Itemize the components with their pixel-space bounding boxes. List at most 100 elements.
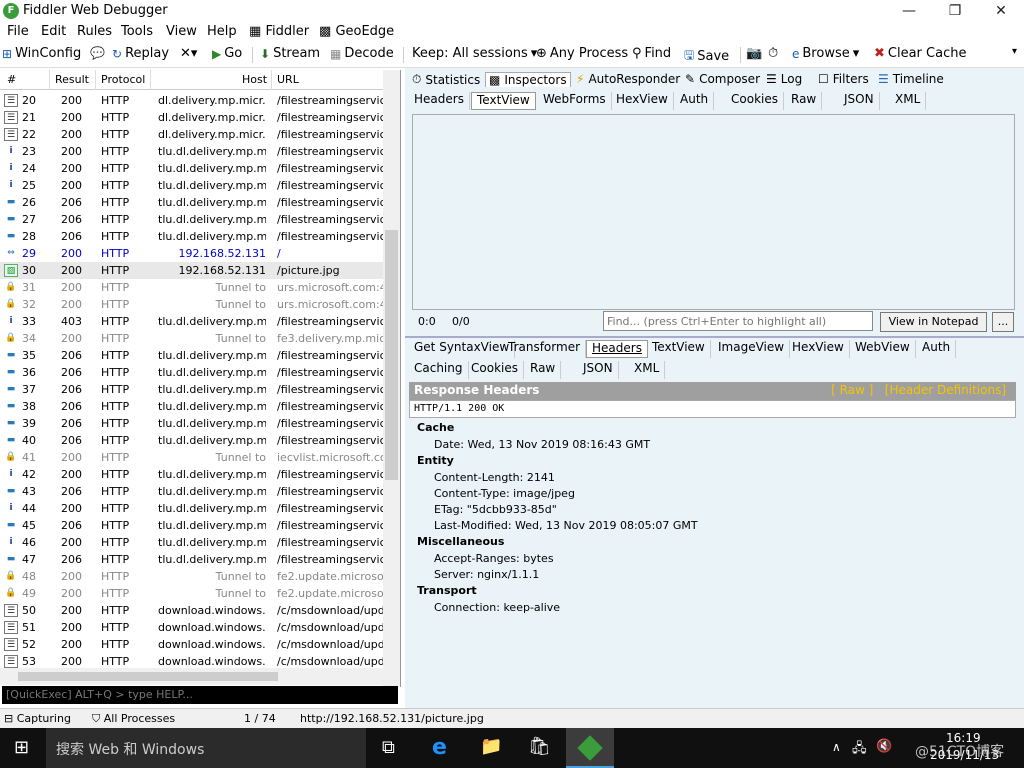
timer-button[interactable]: ⏱ <box>768 46 778 61</box>
req-tab-xml[interactable]: XML <box>890 92 927 110</box>
find-input[interactable] <box>603 311 873 331</box>
browse-button[interactable]: e Browse ▾ <box>792 46 859 61</box>
menu-file[interactable]: File <box>7 24 29 39</box>
tab-statistics[interactable]: ⏱ Statistics <box>409 72 483 87</box>
header-item[interactable]: Last-Modified: Wed, 13 Nov 2019 08:05:07… <box>434 519 698 532</box>
col-host[interactable]: Host <box>242 73 267 86</box>
tab-inspectors[interactable]: ▩ Inspectors <box>485 72 571 87</box>
req-tab-textview[interactable]: TextView <box>471 92 536 110</box>
store-icon[interactable]: 🛍 <box>528 736 551 757</box>
save-button[interactable]: 🖫 Save <box>684 46 729 67</box>
menu-geoedge[interactable]: ▩ GeoEdge <box>319 24 394 39</box>
header-item[interactable]: Content-Type: image/jpeg <box>434 487 575 500</box>
resp-tab-textview[interactable]: TextView <box>647 340 711 358</box>
session-row[interactable]: ▬ 27 206 HTTP tlu.dl.delivery.mp.m... /filest… <box>0 211 383 228</box>
fiddler-taskbar-button[interactable] <box>566 728 614 768</box>
toolbar-overflow-button[interactable]: ▾ <box>1012 46 1017 57</box>
session-row[interactable]: 🔒 32 200 HTTP Tunnel to urs.microsoft.com:443 <box>0 296 383 313</box>
file-explorer-icon[interactable]: 📁 <box>480 736 502 757</box>
menu-help[interactable]: Help <box>207 24 237 39</box>
session-row[interactable]: 🔒 31 200 HTTP Tunnel to urs.microsoft.com:443 <box>0 279 383 296</box>
header-item[interactable]: Content-Length: 2141 <box>434 471 555 484</box>
session-row[interactable]: ☰ 21 200 HTTP dl.delivery.mp.micr... /filestr… <box>0 109 383 126</box>
remove-button[interactable]: ✕▾ <box>180 46 197 61</box>
session-row[interactable]: ⇔ 29 200 HTTP 192.168.52.131 / <box>0 245 383 262</box>
more-options-button[interactable]: ... <box>992 312 1014 332</box>
resp-tab-xml[interactable]: XML <box>629 361 666 379</box>
winconfig-button[interactable]: ⊞ WinConfig <box>2 46 81 61</box>
comment-button[interactable]: 💬 <box>90 46 105 60</box>
session-row[interactable]: ▬ 38 206 HTTP tlu.dl.delivery.mp.m... /filest… <box>0 398 383 415</box>
taskbar-search[interactable]: 搜索 Web 和 Windows <box>46 728 366 768</box>
minimize-button[interactable]: — <box>886 0 932 22</box>
req-tab-hexview[interactable]: HexView <box>611 92 674 110</box>
quickexec-input[interactable]: [QuickExec] ALT+Q > type HELP... <box>2 686 398 704</box>
edge-icon[interactable]: e <box>432 735 447 760</box>
resp-tab-auth[interactable]: Auth <box>917 340 957 358</box>
header-item[interactable]: Date: Wed, 13 Nov 2019 08:16:43 GMT <box>434 438 650 451</box>
session-row[interactable]: ▬ 47 206 HTTP tlu.dl.delivery.mp.m... /filest… <box>0 551 383 568</box>
header-item[interactable]: Server: nginx/1.1.1 <box>434 568 539 581</box>
menu-tools[interactable]: Tools <box>121 24 153 39</box>
decode-button[interactable]: ▦ Decode <box>330 46 394 61</box>
tab-filters[interactable]: ☐ Filters <box>815 72 872 86</box>
session-row[interactable]: i 33 403 HTTP tlu.dl.delivery.mp.m... /filest… <box>0 313 383 330</box>
resp-tab-headers[interactable]: Headers <box>586 340 648 358</box>
view-in-notepad-button[interactable]: View in Notepad <box>880 312 987 332</box>
col-protocol[interactable]: Protocol <box>101 73 145 86</box>
col-result[interactable]: Result <box>55 73 89 86</box>
session-row[interactable]: ▬ 37 206 HTTP tlu.dl.delivery.mp.m... /filest… <box>0 381 383 398</box>
header-group-title[interactable]: Entity <box>417 454 454 467</box>
task-view-icon[interactable]: ⧉ <box>382 737 395 758</box>
req-tab-raw[interactable]: Raw <box>786 92 823 110</box>
keep-sessions-dropdown[interactable]: Keep: All sessions ▾ <box>412 46 537 61</box>
any-process-button[interactable]: ⊕ Any Process <box>536 46 628 61</box>
header-group-title[interactable]: Cache <box>417 421 454 434</box>
tab-autoresponder[interactable]: ⚡ AutoResponder <box>573 72 683 86</box>
req-tab-json[interactable]: JSON <box>839 92 880 110</box>
resp-tab-webview[interactable]: WebView <box>850 340 916 358</box>
menu-fiddler[interactable]: ▦ Fiddler <box>249 24 309 39</box>
session-row[interactable]: ☰ 22 200 HTTP dl.delivery.mp.micr... /filestr… <box>0 126 383 143</box>
menu-rules[interactable]: Rules <box>77 24 112 39</box>
find-button[interactable]: ⚲ Find <box>632 46 671 61</box>
tab-composer[interactable]: ✎ Composer <box>682 72 763 86</box>
header-definitions-link[interactable]: [Header Definitions] <box>885 383 1006 397</box>
session-row[interactable]: i 25 200 HTTP tlu.dl.delivery.mp.m... /filest… <box>0 177 383 194</box>
tab-log[interactable]: ☰ Log <box>763 72 805 86</box>
resp-tab-caching[interactable]: Caching <box>409 361 469 379</box>
req-tab-cookies[interactable]: Cookies <box>726 92 784 110</box>
session-row[interactable]: ▨ 30 200 HTTP 192.168.52.131/picture.jpg <box>0 262 383 279</box>
menu-edit[interactable]: Edit <box>41 24 66 39</box>
session-row[interactable]: ▬ 35 206 HTTP tlu.dl.delivery.mp.m... /filest… <box>0 347 383 364</box>
session-row[interactable]: ▬ 36 206 HTTP tlu.dl.delivery.mp.m... /filest… <box>0 364 383 381</box>
maximize-button[interactable]: ❐ <box>932 0 978 22</box>
resp-tab-transformer[interactable]: Transformer <box>503 340 587 358</box>
session-row[interactable]: ☰ 50 200 HTTP download.windows.... /c/msdownl… <box>0 602 383 619</box>
session-row[interactable]: ☰ 51 200 HTTP download.windows.... /c/msdownl… <box>0 619 383 636</box>
resp-tab-json[interactable]: JSON <box>578 361 619 379</box>
session-row[interactable]: i 46 200 HTTP tlu.dl.delivery.mp.m... /filest… <box>0 534 383 551</box>
volume-icon[interactable]: 🔇 <box>876 739 892 754</box>
col-url[interactable]: URL <box>277 73 299 86</box>
vscroll-thumb[interactable] <box>385 230 398 480</box>
raw-link[interactable]: [ Raw ] <box>831 383 873 397</box>
session-row[interactable]: ▬ 28 206 HTTP tlu.dl.delivery.mp.m... /filest… <box>0 228 383 245</box>
resp-tab-hexview[interactable]: HexView <box>787 340 850 358</box>
session-row[interactable]: 🔒 49 200 HTTP Tunnel to fe2.update.microsoft. <box>0 585 383 602</box>
session-row[interactable]: i 23 200 HTTP tlu.dl.delivery.mp.m... /filest… <box>0 143 383 160</box>
splitter[interactable] <box>405 336 1024 338</box>
session-row[interactable]: ▬ 39 206 HTTP tlu.dl.delivery.mp.m... /filest… <box>0 415 383 432</box>
screenshot-button[interactable]: 📷 <box>746 46 762 61</box>
session-row[interactable]: ▬ 40 206 HTTP tlu.dl.delivery.mp.m... /filest… <box>0 432 383 449</box>
header-group-title[interactable]: Transport <box>417 584 477 597</box>
start-icon[interactable]: ⊞ <box>14 737 29 758</box>
go-button[interactable]: ▶ Go <box>212 46 242 61</box>
session-row[interactable]: 🔒 48 200 HTTP Tunnel to fe2.update.microsoft. <box>0 568 383 585</box>
network-icon[interactable]: 🖧 <box>852 739 867 761</box>
capturing-indicator[interactable]: ⊟ Capturing <box>4 712 71 725</box>
header-item[interactable]: Connection: keep-alive <box>434 601 560 614</box>
tray-chevron-icon[interactable]: ∧ <box>832 740 841 754</box>
session-row[interactable]: i 24 200 HTTP tlu.dl.delivery.mp.m... /filest… <box>0 160 383 177</box>
session-row[interactable]: ☰ 52 200 HTTP download.windows.... /c/msdownl… <box>0 636 383 653</box>
